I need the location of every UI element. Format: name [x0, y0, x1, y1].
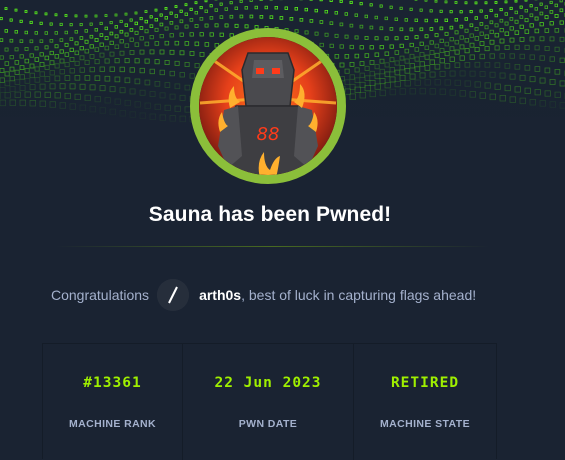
machine-state-value: RETIRED — [354, 375, 496, 391]
svg-text:88: 88 — [257, 124, 280, 145]
congrats-suffix: , best of luck in capturing flags ahead! — [241, 287, 476, 303]
congrats-message: Congratulations arth0s , best of luck in… — [51, 278, 476, 312]
machine-rank-value: #13361 — [43, 375, 182, 391]
machine-state-label: MACHINE STATE — [354, 418, 496, 430]
user-avatar[interactable] — [157, 279, 189, 311]
machine-avatar-icon: 88 — [190, 28, 346, 184]
stats-panel: #13361 MACHINE RANK 22 Jun 2023 PWN DATE… — [42, 343, 497, 459]
machine-rank-label: MACHINE RANK — [43, 418, 182, 430]
congrats-prefix: Congratulations — [51, 287, 149, 303]
stat-machine-rank: #13361 MACHINE RANK — [43, 344, 183, 460]
pwn-date-label: PWN DATE — [183, 418, 353, 430]
machine-avatar: 88 — [190, 28, 346, 184]
stat-pwn-date: 22 Jun 2023 PWN DATE — [183, 344, 354, 460]
divider — [55, 246, 490, 247]
pwn-date-value: 22 Jun 2023 — [183, 375, 353, 391]
page-title: Sauna has been Pwned! — [0, 203, 540, 227]
stat-machine-state: RETIRED MACHINE STATE — [354, 344, 496, 460]
username-link[interactable]: arth0s — [199, 287, 241, 303]
user-avatar-icon — [157, 279, 189, 311]
